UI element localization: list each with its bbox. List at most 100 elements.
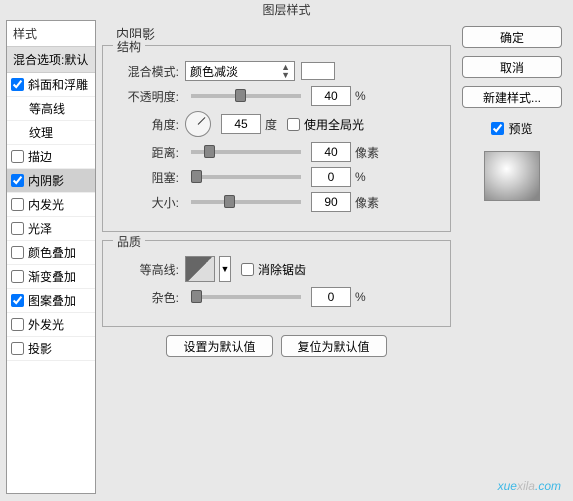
new-style-button[interactable]: 新建样式... — [462, 86, 562, 108]
effect-label: 等高线 — [29, 100, 65, 117]
choke-unit: % — [355, 170, 366, 184]
quality-group: 品质 等高线: ▼ 消除锯齿 杂色: 0 % — [102, 240, 451, 327]
distance-unit: 像素 — [355, 144, 379, 161]
effect-checkbox-pattern_overlay[interactable] — [11, 294, 24, 307]
effect-item-outer_glow[interactable]: 外发光 — [7, 313, 95, 337]
size-row: 大小: 90 像素 — [113, 192, 440, 212]
preview-thumbnail — [484, 151, 540, 201]
angle-unit: 度 — [265, 116, 277, 133]
effect-label: 内发光 — [28, 196, 64, 213]
watermark-part: xue — [498, 479, 517, 493]
effect-label: 描边 — [28, 148, 52, 165]
watermark-part: xila — [517, 479, 535, 493]
effect-item-color_overlay[interactable]: 颜色叠加 — [7, 241, 95, 265]
blend-mode-select[interactable]: 颜色减淡 ▲▼ — [185, 61, 295, 81]
dropdown-icon: ▲▼ — [281, 63, 290, 79]
contour-dropdown-icon[interactable]: ▼ — [219, 256, 231, 282]
preview-label: 预览 — [508, 120, 532, 137]
effect-item-bevel[interactable]: 斜面和浮雕 — [7, 73, 95, 97]
watermark-part: .com — [535, 479, 561, 493]
opacity-slider[interactable] — [191, 94, 301, 98]
effect-label: 光泽 — [28, 220, 52, 237]
choke-label: 阻塞: — [113, 169, 179, 186]
settings-title: 内阴影 — [116, 24, 451, 43]
noise-slider[interactable] — [191, 295, 301, 299]
effect-label: 纹理 — [29, 124, 53, 141]
effect-item-inner_glow[interactable]: 内发光 — [7, 193, 95, 217]
choke-row: 阻塞: 0 % — [113, 167, 440, 187]
blend-options-row[interactable]: 混合选项:默认 — [7, 47, 95, 73]
angle-dial[interactable] — [185, 111, 211, 137]
effect-label: 渐变叠加 — [28, 268, 76, 285]
effect-item-drop_shadow[interactable]: 投影 — [7, 337, 95, 361]
effect-label: 斜面和浮雕 — [28, 76, 88, 93]
effect-checkbox-color_overlay[interactable] — [11, 246, 24, 259]
effect-label: 图案叠加 — [28, 292, 76, 309]
effect-item-inner_shadow[interactable]: 内阴影 — [7, 169, 95, 193]
dialog-body: 样式 混合选项:默认 斜面和浮雕等高线纹理描边内阴影内发光光泽颜色叠加渐变叠加图… — [0, 20, 573, 500]
structure-legend: 结构 — [113, 38, 145, 55]
blend-mode-value: 颜色减淡 — [190, 63, 238, 80]
set-default-button[interactable]: 设置为默认值 — [166, 335, 272, 357]
effect-item-stroke[interactable]: 描边 — [7, 145, 95, 169]
opacity-unit: % — [355, 89, 366, 103]
antialias-label: 消除锯齿 — [258, 261, 306, 278]
effect-checkbox-gradient_overlay[interactable] — [11, 270, 24, 283]
size-slider[interactable] — [191, 200, 301, 204]
ok-button[interactable]: 确定 — [462, 26, 562, 48]
effect-list: 斜面和浮雕等高线纹理描边内阴影内发光光泽颜色叠加渐变叠加图案叠加外发光投影 — [7, 73, 95, 361]
settings-panel: 内阴影 结构 混合模式: 颜色减淡 ▲▼ 不透明度: 40 % 角度: — [102, 20, 451, 494]
effect-checkbox-outer_glow[interactable] — [11, 318, 24, 331]
angle-input[interactable]: 45 — [221, 114, 261, 134]
preview-row: 预览 — [491, 120, 532, 137]
opacity-label: 不透明度: — [113, 88, 179, 105]
effect-item-gradient_overlay[interactable]: 渐变叠加 — [7, 265, 95, 289]
effect-item-satin[interactable]: 光泽 — [7, 217, 95, 241]
preview-checkbox[interactable] — [491, 122, 504, 135]
effect-checkbox-drop_shadow[interactable] — [11, 342, 24, 355]
effect-item-texture_sub[interactable]: 纹理 — [7, 121, 95, 145]
default-buttons: 设置为默认值 复位为默认值 — [102, 335, 451, 357]
effect-label: 投影 — [28, 340, 52, 357]
effect-checkbox-satin[interactable] — [11, 222, 24, 235]
noise-unit: % — [355, 290, 366, 304]
styles-header[interactable]: 样式 — [7, 21, 95, 47]
size-unit: 像素 — [355, 194, 379, 211]
global-light-checkbox[interactable] — [287, 118, 300, 131]
contour-swatch[interactable] — [185, 256, 215, 282]
noise-input[interactable]: 0 — [311, 287, 351, 307]
effect-label: 颜色叠加 — [28, 244, 76, 261]
structure-group: 结构 混合模式: 颜色减淡 ▲▼ 不透明度: 40 % 角度: 45 — [102, 45, 451, 232]
distance-slider[interactable] — [191, 150, 301, 154]
effect-label: 外发光 — [28, 316, 64, 333]
effect-checkbox-stroke[interactable] — [11, 150, 24, 163]
reset-default-button[interactable]: 复位为默认值 — [281, 335, 387, 357]
distance-row: 距离: 40 像素 — [113, 142, 440, 162]
effect-label: 内阴影 — [28, 172, 64, 189]
effect-item-pattern_overlay[interactable]: 图案叠加 — [7, 289, 95, 313]
cancel-button[interactable]: 取消 — [462, 56, 562, 78]
size-label: 大小: — [113, 194, 179, 211]
noise-label: 杂色: — [113, 289, 179, 306]
angle-label: 角度: — [113, 116, 179, 133]
blend-mode-label: 混合模式: — [113, 63, 179, 80]
color-swatch[interactable] — [301, 62, 335, 80]
antialias-checkbox[interactable] — [241, 263, 254, 276]
quality-legend: 品质 — [113, 233, 145, 250]
distance-input[interactable]: 40 — [311, 142, 351, 162]
contour-row: 等高线: ▼ 消除锯齿 — [113, 256, 440, 282]
opacity-row: 不透明度: 40 % — [113, 86, 440, 106]
effect-item-contour_sub[interactable]: 等高线 — [7, 97, 95, 121]
effect-checkbox-inner_shadow[interactable] — [11, 174, 24, 187]
noise-row: 杂色: 0 % — [113, 287, 440, 307]
size-input[interactable]: 90 — [311, 192, 351, 212]
distance-label: 距离: — [113, 144, 179, 161]
choke-input[interactable]: 0 — [311, 167, 351, 187]
styles-panel: 样式 混合选项:默认 斜面和浮雕等高线纹理描边内阴影内发光光泽颜色叠加渐变叠加图… — [6, 20, 96, 494]
right-panel: 确定 取消 新建样式... 预览 — [457, 20, 567, 494]
watermark: xuexila.com — [498, 474, 561, 495]
choke-slider[interactable] — [191, 175, 301, 179]
effect-checkbox-bevel[interactable] — [11, 78, 24, 91]
opacity-input[interactable]: 40 — [311, 86, 351, 106]
effect-checkbox-inner_glow[interactable] — [11, 198, 24, 211]
